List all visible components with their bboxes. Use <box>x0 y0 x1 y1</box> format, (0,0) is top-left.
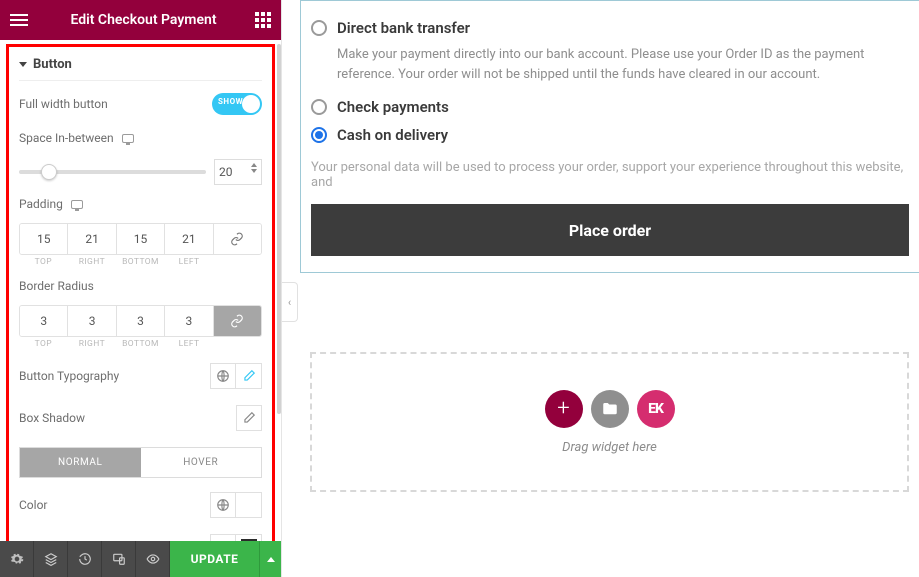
dropzone-label: Drag widget here <box>562 440 657 455</box>
radio-selected-icon[interactable] <box>311 127 327 143</box>
section-title: Button <box>33 57 72 72</box>
panel-body: Button Full width button SHOW Space In-b… <box>0 40 281 541</box>
color-global-button[interactable] <box>210 492 236 518</box>
globe-icon <box>216 498 230 512</box>
typography-label: Button Typography <box>19 369 119 383</box>
plus-icon: + <box>557 396 569 421</box>
background-label: Background <box>19 540 83 541</box>
payment-label: Cash on delivery <box>337 126 448 144</box>
radius-right-input[interactable] <box>68 306 115 336</box>
responsive-button[interactable] <box>102 541 136 577</box>
ek-icon: EK <box>648 401 663 417</box>
payment-option-check[interactable]: Check payments <box>311 98 909 116</box>
history-icon <box>78 552 92 566</box>
space-slider[interactable] <box>19 170 206 174</box>
background-swatch[interactable] <box>236 534 262 541</box>
apps-icon[interactable] <box>255 12 271 28</box>
globe-icon <box>216 369 230 383</box>
radius-label: Border Radius <box>19 279 94 293</box>
settings-button[interactable] <box>0 541 34 577</box>
pencil-icon <box>242 411 256 425</box>
cap-top: TOP <box>19 257 68 267</box>
cap-bottom: BOTTOM <box>116 257 165 267</box>
color-swatch[interactable] <box>236 492 262 518</box>
color-label: Color <box>19 498 47 512</box>
space-value-input[interactable]: 20 <box>214 159 262 185</box>
link-icon <box>230 232 244 246</box>
panel-scrollbar[interactable] <box>277 44 281 537</box>
cap-top: TOP <box>19 339 68 349</box>
cap-left: LEFT <box>165 339 214 349</box>
section-button-header[interactable]: Button <box>19 47 262 81</box>
cap-right: RIGHT <box>68 339 117 349</box>
toggle-label: SHOW <box>218 97 243 106</box>
radius-link-toggle[interactable] <box>214 306 261 336</box>
panel-title: Edit Checkout Payment <box>32 12 255 28</box>
canvas: ‹ Direct bank transfer Make your payment… <box>282 0 919 577</box>
typography-global-button[interactable] <box>210 363 236 389</box>
globe-icon <box>216 540 230 541</box>
template-library-button[interactable] <box>591 390 629 428</box>
radius-top-input[interactable] <box>20 306 67 336</box>
shadow-label: Box Shadow <box>19 411 85 425</box>
caret-up-icon <box>267 557 275 562</box>
stepper-icon[interactable] <box>251 163 257 173</box>
fullwidth-label: Full width button <box>19 97 108 111</box>
payment-label: Direct bank transfer <box>337 19 470 37</box>
preview-button[interactable] <box>136 541 170 577</box>
panel-footer: UPDATE <box>0 541 281 577</box>
desktop-icon[interactable] <box>71 200 83 209</box>
link-icon <box>230 314 244 328</box>
radius-bottom-input[interactable] <box>117 306 164 336</box>
padding-top-input[interactable] <box>20 224 67 254</box>
space-label: Space In-between <box>19 131 114 145</box>
layers-icon <box>44 552 58 566</box>
desktop-icon[interactable] <box>122 134 134 143</box>
radius-left-input[interactable] <box>165 306 212 336</box>
update-options-button[interactable] <box>259 541 281 577</box>
radio-icon[interactable] <box>311 20 327 36</box>
history-button[interactable] <box>68 541 102 577</box>
checkout-payment-widget[interactable]: Direct bank transfer Make your payment d… <box>300 0 919 273</box>
cap-left: LEFT <box>165 257 214 267</box>
tab-hover[interactable]: HOVER <box>141 448 262 477</box>
padding-left-input[interactable] <box>165 224 212 254</box>
fullwidth-toggle[interactable]: SHOW <box>212 93 262 115</box>
payment-description: Make your payment directly into our bank… <box>311 43 909 94</box>
panel-header: Edit Checkout Payment <box>0 0 281 40</box>
cap-bottom: BOTTOM <box>116 339 165 349</box>
radio-icon[interactable] <box>311 99 327 115</box>
pencil-icon <box>242 369 256 383</box>
ek-templates-button[interactable]: EK <box>637 390 675 428</box>
payment-option-bank[interactable]: Direct bank transfer <box>311 19 909 37</box>
highlighted-section: Button Full width button SHOW Space In-b… <box>6 44 275 541</box>
tab-normal[interactable]: NORMAL <box>20 448 141 477</box>
navigator-button[interactable] <box>34 541 68 577</box>
payment-label: Check payments <box>337 98 449 116</box>
folder-icon <box>601 400 619 418</box>
responsive-icon <box>112 552 126 566</box>
collapse-panel-button[interactable]: ‹ <box>282 282 298 322</box>
padding-bottom-input[interactable] <box>117 224 164 254</box>
payment-option-cod[interactable]: Cash on delivery <box>311 126 909 144</box>
eye-icon <box>146 552 160 566</box>
typography-edit-button[interactable] <box>236 363 262 389</box>
padding-right-input[interactable] <box>68 224 115 254</box>
widget-dropzone[interactable]: + EK Drag widget here <box>310 352 909 492</box>
background-global-button[interactable] <box>210 534 236 541</box>
privacy-text: Your personal data will be used to proce… <box>311 150 909 204</box>
cap-right: RIGHT <box>68 257 117 267</box>
caret-down-icon <box>19 62 27 67</box>
add-section-button[interactable]: + <box>545 390 583 428</box>
menu-icon[interactable] <box>10 14 32 26</box>
place-order-button[interactable]: Place order <box>311 204 909 256</box>
padding-label: Padding <box>19 197 63 211</box>
shadow-edit-button[interactable] <box>236 405 262 431</box>
gear-icon <box>10 552 24 566</box>
padding-link-toggle[interactable] <box>214 224 261 254</box>
update-button[interactable]: UPDATE <box>170 541 259 577</box>
